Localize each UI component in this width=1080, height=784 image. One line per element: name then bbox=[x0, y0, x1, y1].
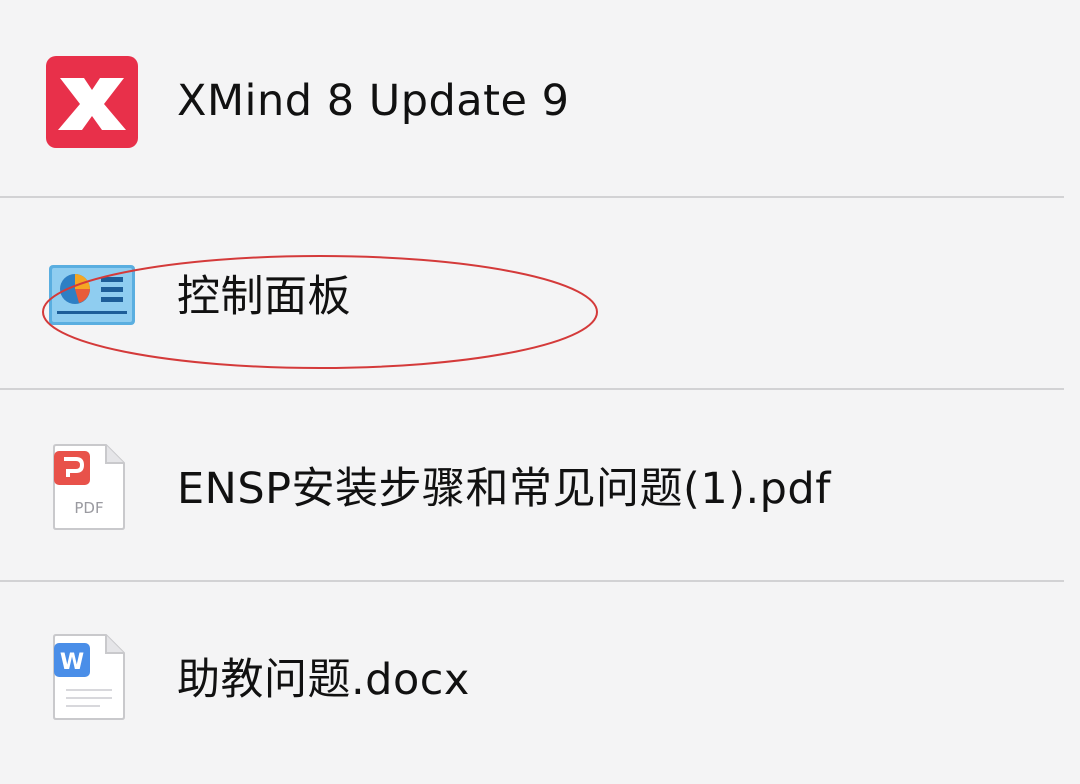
item-label: 控制面板 bbox=[177, 272, 351, 322]
search-results-list: XMind 8 Update 9 控制面板 PDF ENSP安装步骤和常见问题(… bbox=[0, 0, 1080, 784]
list-item-pdf[interactable]: PDF ENSP安装步骤和常见问题(1).pdf bbox=[0, 391, 1080, 582]
xmind-app-icon bbox=[46, 56, 138, 148]
svg-text:PDF: PDF bbox=[74, 499, 103, 517]
list-item-control-panel[interactable]: 控制面板 bbox=[0, 199, 1080, 390]
control-panel-icon bbox=[49, 265, 135, 325]
divider bbox=[0, 388, 1064, 390]
divider bbox=[0, 580, 1064, 582]
pdf-file-icon: PDF bbox=[53, 444, 125, 530]
svg-text:W: W bbox=[60, 650, 84, 675]
item-label: XMind 8 Update 9 bbox=[177, 76, 570, 126]
list-item-docx[interactable]: W 助教问题.docx bbox=[0, 583, 1080, 774]
divider bbox=[0, 196, 1064, 198]
item-label: 助教问题.docx bbox=[177, 655, 470, 705]
list-item-xmind[interactable]: XMind 8 Update 9 bbox=[0, 0, 1080, 191]
word-file-icon: W bbox=[53, 634, 125, 720]
item-label: ENSP安装步骤和常见问题(1).pdf bbox=[177, 464, 831, 514]
